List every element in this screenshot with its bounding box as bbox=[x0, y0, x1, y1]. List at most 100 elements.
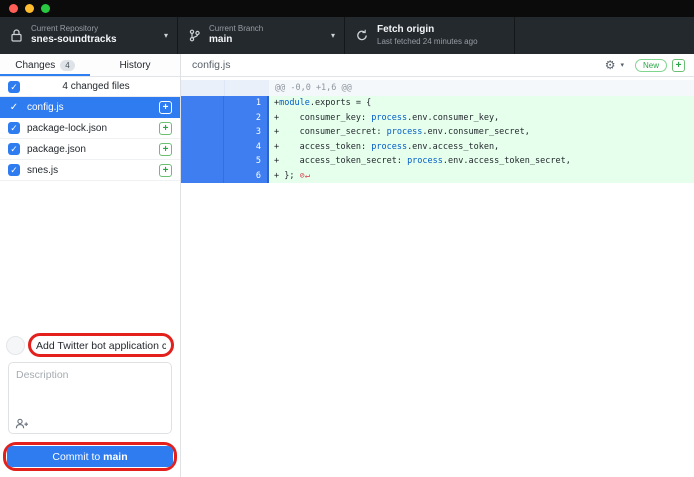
repository-label: Current Repository bbox=[31, 24, 117, 34]
sidebar-spacer bbox=[0, 181, 180, 328]
code-text: + access_token: bbox=[274, 142, 371, 152]
file-name: snes.js bbox=[27, 165, 152, 176]
no-newline-icon: ⊘↵ bbox=[294, 171, 309, 181]
sidebar-tabbar: Changes 4 History bbox=[0, 54, 180, 77]
fetch-sublabel: Last fetched 24 minutes ago bbox=[377, 37, 478, 47]
diff-line[interactable]: 5+ access_token_secret: process.env.acce… bbox=[181, 154, 694, 169]
checkmark-icon[interactable]: ✓ bbox=[8, 102, 20, 113]
changed-files-header: ✓ 4 changed files bbox=[0, 77, 180, 97]
code-keyword: process bbox=[371, 113, 407, 123]
commit-to-main-button[interactable]: Commit to main bbox=[7, 446, 173, 467]
code-text: + }; bbox=[274, 171, 294, 181]
hunk-gutter bbox=[181, 80, 269, 96]
titlebar bbox=[0, 0, 694, 17]
zoom-window-button[interactable] bbox=[41, 4, 50, 13]
chevron-down-icon: ▾ bbox=[164, 31, 168, 40]
github-desktop-window: Current Repository snes-soundtracks ▾ Cu… bbox=[0, 0, 694, 477]
tab-changes-label: Changes bbox=[15, 60, 55, 71]
current-branch-dropdown[interactable]: Current Branch main ▾ bbox=[178, 17, 345, 54]
diff-header: config.js ⚙ ▾ New + bbox=[181, 54, 694, 77]
file-checkbox[interactable]: ✓ bbox=[8, 143, 20, 155]
new-line-number: 4 bbox=[224, 140, 267, 155]
file-row[interactable]: ✓ package.json + bbox=[0, 139, 180, 160]
file-row[interactable]: ✓ snes.js + bbox=[0, 160, 180, 181]
diff-line-gutter[interactable]: 2 bbox=[181, 111, 269, 126]
avatar bbox=[6, 336, 25, 355]
code-keyword: process bbox=[407, 156, 443, 166]
old-line-number bbox=[181, 111, 224, 126]
chevron-down-icon: ▾ bbox=[331, 31, 335, 40]
diff-line[interactable]: 6 + }; ⊘↵ bbox=[181, 169, 694, 184]
file-checkbox[interactable]: ✓ bbox=[8, 122, 20, 134]
commit-description-input[interactable] bbox=[9, 363, 171, 409]
new-line-number: 1 bbox=[224, 96, 267, 111]
diff-line-code: + access_token: process.env.access_token… bbox=[269, 140, 694, 155]
add-coauthor-icon[interactable] bbox=[15, 418, 29, 429]
changes-sidebar: Changes 4 History ✓ 4 changed files ✓ con… bbox=[0, 54, 181, 477]
diff-line[interactable]: 3+ consumer_secret: process.env.consumer… bbox=[181, 125, 694, 140]
added-status-icon: + bbox=[159, 164, 172, 177]
file-list: ✓ config.js + ✓ package-lock.json + ✓ package.j… bbox=[0, 97, 180, 181]
commit-button-branch: main bbox=[103, 451, 128, 463]
file-checkbox[interactable]: ✓ bbox=[8, 164, 20, 176]
main-content: Changes 4 History ✓ 4 changed files ✓ con… bbox=[0, 54, 694, 477]
added-status-icon: + bbox=[159, 101, 172, 114]
diff-line-gutter[interactable]: 4 bbox=[181, 140, 269, 155]
current-repository-dropdown[interactable]: Current Repository snes-soundtracks ▾ bbox=[0, 17, 178, 54]
new-line-number: 5 bbox=[224, 154, 267, 169]
branch-icon bbox=[189, 29, 200, 42]
diff-line-code: + consumer_key: process.env.consumer_key… bbox=[269, 111, 694, 126]
diff-line-gutter[interactable]: 5 bbox=[181, 154, 269, 169]
file-name: package-lock.json bbox=[27, 123, 152, 134]
code-text: + consumer_key: bbox=[274, 113, 371, 123]
added-status-icon: + bbox=[159, 143, 172, 156]
hunk-header-text: @@ -0,0 +1,6 @@ bbox=[269, 80, 694, 96]
added-status-icon: + bbox=[159, 122, 172, 135]
new-line-number: 3 bbox=[224, 125, 267, 140]
close-window-button[interactable] bbox=[9, 4, 18, 13]
file-name: package.json bbox=[27, 144, 152, 155]
new-line-number: 2 bbox=[224, 111, 267, 126]
expand-diff-icon[interactable]: + bbox=[672, 59, 685, 72]
new-line-number: 6 bbox=[224, 169, 267, 184]
old-line-number bbox=[181, 169, 224, 184]
code-keyword: process bbox=[371, 142, 407, 152]
lock-icon bbox=[11, 29, 22, 42]
diff-line[interactable]: 2+ consumer_key: process.env.consumer_ke… bbox=[181, 111, 694, 126]
diff-body: @@ -0,0 +1,6 @@ 1+module.exports = {2+ c… bbox=[181, 77, 694, 183]
commit-summary-row bbox=[6, 333, 174, 357]
old-line-number bbox=[181, 154, 224, 169]
fetch-origin-button[interactable]: Fetch origin Last fetched 24 minutes ago bbox=[345, 17, 515, 54]
file-row[interactable]: ✓ package-lock.json + bbox=[0, 118, 180, 139]
old-line-number bbox=[181, 125, 224, 140]
code-keyword: module bbox=[279, 98, 310, 108]
toolbar: Current Repository snes-soundtracks ▾ Cu… bbox=[0, 17, 694, 54]
file-name: config.js bbox=[27, 102, 152, 113]
repository-labels: Current Repository snes-soundtracks bbox=[31, 24, 117, 47]
select-all-checkbox[interactable]: ✓ bbox=[8, 81, 20, 93]
diff-line-gutter[interactable]: 1 bbox=[181, 96, 269, 111]
tab-changes[interactable]: Changes 4 bbox=[0, 54, 90, 76]
gear-icon[interactable]: ⚙ bbox=[605, 59, 616, 71]
diff-line[interactable]: 1+module.exports = { bbox=[181, 96, 694, 111]
branch-labels: Current Branch main bbox=[209, 24, 263, 47]
minimize-window-button[interactable] bbox=[25, 4, 34, 13]
diff-line-gutter[interactable]: 6 bbox=[181, 169, 269, 184]
diff-line-code: + consumer_secret: process.env.consumer_… bbox=[269, 125, 694, 140]
branch-label: Current Branch bbox=[209, 24, 263, 34]
old-line-number bbox=[181, 140, 224, 155]
code-text: + consumer_secret: bbox=[274, 127, 387, 137]
hunk-header-row: @@ -0,0 +1,6 @@ bbox=[181, 80, 694, 96]
diff-line[interactable]: 4+ access_token: process.env.access_toke… bbox=[181, 140, 694, 155]
tab-history-label: History bbox=[119, 60, 150, 71]
chevron-down-icon[interactable]: ▾ bbox=[620, 61, 624, 69]
file-row[interactable]: ✓ config.js + bbox=[0, 97, 180, 118]
code-text: .env.access_token, bbox=[407, 142, 499, 152]
old-line-number bbox=[181, 96, 224, 111]
code-text: .env.consumer_secret, bbox=[422, 127, 529, 137]
diff-lines: 1+module.exports = {2+ consumer_key: pro… bbox=[181, 96, 694, 183]
commit-summary-input[interactable] bbox=[34, 338, 168, 354]
diff-line-gutter[interactable]: 3 bbox=[181, 125, 269, 140]
new-file-badge: New bbox=[635, 59, 667, 72]
tab-history[interactable]: History bbox=[90, 54, 180, 76]
